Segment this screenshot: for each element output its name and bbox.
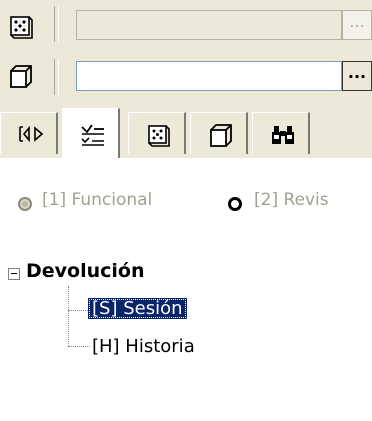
navigate-arrows-icon xyxy=(19,125,44,143)
toolbar-row-2: ... xyxy=(0,52,372,102)
tab-navigate[interactable] xyxy=(0,112,58,154)
tab-cube[interactable] xyxy=(190,112,248,154)
toolbar-separator xyxy=(54,6,59,42)
tab-checklist[interactable] xyxy=(62,108,120,160)
browse-button-disabled: ... xyxy=(342,10,372,40)
checklist-icon xyxy=(81,124,104,146)
toolbar-row-1: ... xyxy=(0,0,372,52)
tab-dice[interactable] xyxy=(128,112,186,154)
dice-icon xyxy=(148,125,170,147)
binoculars-icon xyxy=(272,126,294,144)
tree-connector xyxy=(68,346,90,347)
radio-funcional xyxy=(18,197,32,211)
tree-node-root[interactable]: Devolución xyxy=(26,260,145,282)
disabled-text-field xyxy=(76,10,342,40)
mode-radio-group: [1] Funcional [2] Revis xyxy=(0,190,372,240)
toolbar-separator xyxy=(54,59,59,95)
tree-node-selected[interactable]: [S] Sesión xyxy=(88,298,187,319)
dice-icon[interactable] xyxy=(8,14,34,40)
text-field[interactable] xyxy=(76,61,342,91)
cube-icon[interactable] xyxy=(8,64,34,90)
radio-revision-label[interactable]: [2] Revis xyxy=(254,190,329,210)
tree-node[interactable]: [H] Historia xyxy=(92,336,195,357)
tab-strip xyxy=(0,104,372,160)
cube-icon xyxy=(210,124,232,147)
tree-connector xyxy=(68,286,69,346)
radio-funcional-label: [1] Funcional xyxy=(42,190,153,210)
collapse-icon[interactable] xyxy=(8,268,20,280)
browse-button[interactable]: ... xyxy=(342,61,372,91)
tree-connector xyxy=(68,310,88,311)
tab-binoculars[interactable] xyxy=(252,112,310,154)
radio-revision[interactable] xyxy=(228,197,242,211)
